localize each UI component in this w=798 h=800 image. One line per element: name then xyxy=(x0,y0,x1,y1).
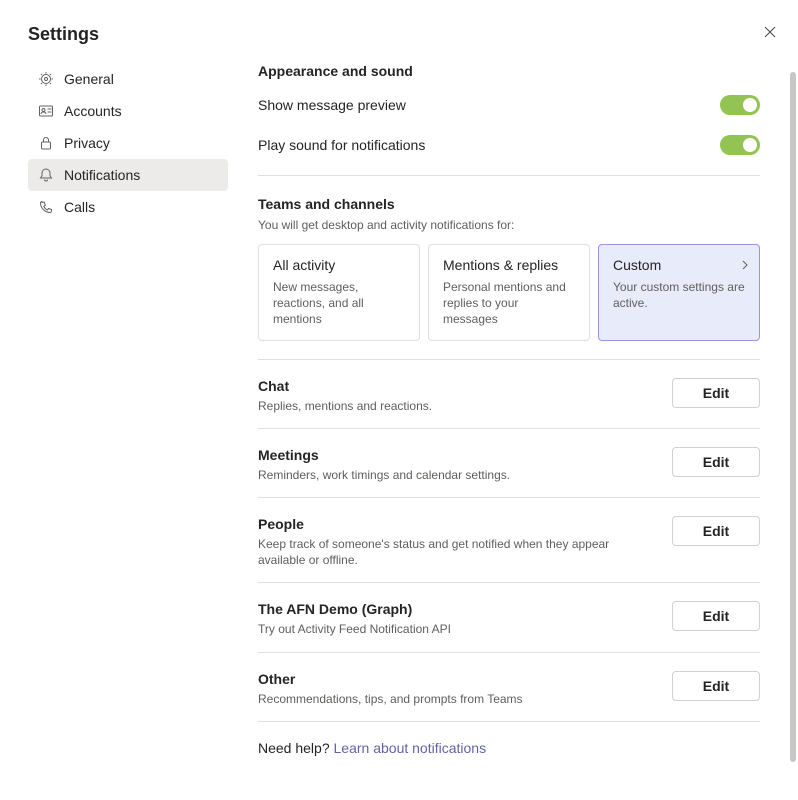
row-people: People Keep track of someone's status an… xyxy=(258,498,760,583)
edit-people-button[interactable]: Edit xyxy=(672,516,760,546)
chevron-right-icon xyxy=(741,259,749,271)
preview-label: Show message preview xyxy=(258,97,406,113)
card-title: Mentions & replies xyxy=(443,257,575,273)
card-title: Custom xyxy=(613,257,745,273)
close-button[interactable] xyxy=(762,24,778,40)
accounts-icon xyxy=(38,103,54,119)
row-chat: Chat Replies, mentions and reactions. Ed… xyxy=(258,360,760,429)
sound-toggle[interactable] xyxy=(720,135,760,155)
help-link[interactable]: Learn about notifications xyxy=(334,740,487,756)
close-icon xyxy=(764,26,776,38)
sidebar-item-label: Notifications xyxy=(64,167,140,183)
card-mentions-replies[interactable]: Mentions & replies Personal mentions and… xyxy=(428,244,590,341)
card-title: All activity xyxy=(273,257,405,273)
sidebar-item-general[interactable]: General xyxy=(28,63,228,95)
teams-subtext: You will get desktop and activity notifi… xyxy=(258,218,760,232)
row-other: Other Recommendations, tips, and prompts… xyxy=(258,653,760,722)
row-desc: Try out Activity Feed Notification API xyxy=(258,621,451,637)
sidebar-item-label: Accounts xyxy=(64,103,122,119)
preview-toggle[interactable] xyxy=(720,95,760,115)
card-desc: Your custom settings are active. xyxy=(613,279,745,311)
edit-afn-button[interactable]: Edit xyxy=(672,601,760,631)
sidebar-item-privacy[interactable]: Privacy xyxy=(28,127,228,159)
row-meetings: Meetings Reminders, work timings and cal… xyxy=(258,429,760,498)
appearance-heading: Appearance and sound xyxy=(258,63,760,79)
bell-icon xyxy=(38,167,54,183)
help-prefix: Need help? xyxy=(258,740,334,756)
edit-chat-button[interactable]: Edit xyxy=(672,378,760,408)
sidebar-item-label: Calls xyxy=(64,199,95,215)
card-desc: New messages, reactions, and all mention… xyxy=(273,279,405,328)
card-all-activity[interactable]: All activity New messages, reactions, an… xyxy=(258,244,420,341)
row-desc: Recommendations, tips, and prompts from … xyxy=(258,691,523,707)
edit-meetings-button[interactable]: Edit xyxy=(672,447,760,477)
row-title: People xyxy=(258,516,656,532)
phone-icon xyxy=(38,199,54,215)
sidebar-item-notifications[interactable]: Notifications xyxy=(28,159,228,191)
scrollbar[interactable] xyxy=(790,72,796,762)
divider xyxy=(258,175,760,176)
edit-other-button[interactable]: Edit xyxy=(672,671,760,701)
settings-content: Appearance and sound Show message previe… xyxy=(228,63,778,800)
row-title: Meetings xyxy=(258,447,510,463)
help-row: Need help? Learn about notifications xyxy=(258,722,760,784)
settings-sidebar: General Accounts Privacy Notifications xyxy=(28,63,228,800)
sidebar-item-accounts[interactable]: Accounts xyxy=(28,95,228,127)
row-desc: Reminders, work timings and calendar set… xyxy=(258,467,510,483)
teams-heading: Teams and channels xyxy=(258,196,760,212)
gear-icon xyxy=(38,71,54,87)
card-desc: Personal mentions and replies to your me… xyxy=(443,279,575,328)
row-desc: Keep track of someone's status and get n… xyxy=(258,536,656,568)
row-title: The AFN Demo (Graph) xyxy=(258,601,451,617)
lock-icon xyxy=(38,135,54,151)
row-afn-demo: The AFN Demo (Graph) Try out Activity Fe… xyxy=(258,583,760,652)
row-title: Other xyxy=(258,671,523,687)
row-desc: Replies, mentions and reactions. xyxy=(258,398,432,414)
row-title: Chat xyxy=(258,378,432,394)
sidebar-item-calls[interactable]: Calls xyxy=(28,191,228,223)
page-title: Settings xyxy=(28,24,99,45)
sidebar-item-label: General xyxy=(64,71,114,87)
sound-label: Play sound for notifications xyxy=(258,137,425,153)
card-custom[interactable]: Custom Your custom settings are active. xyxy=(598,244,760,341)
sidebar-item-label: Privacy xyxy=(64,135,110,151)
